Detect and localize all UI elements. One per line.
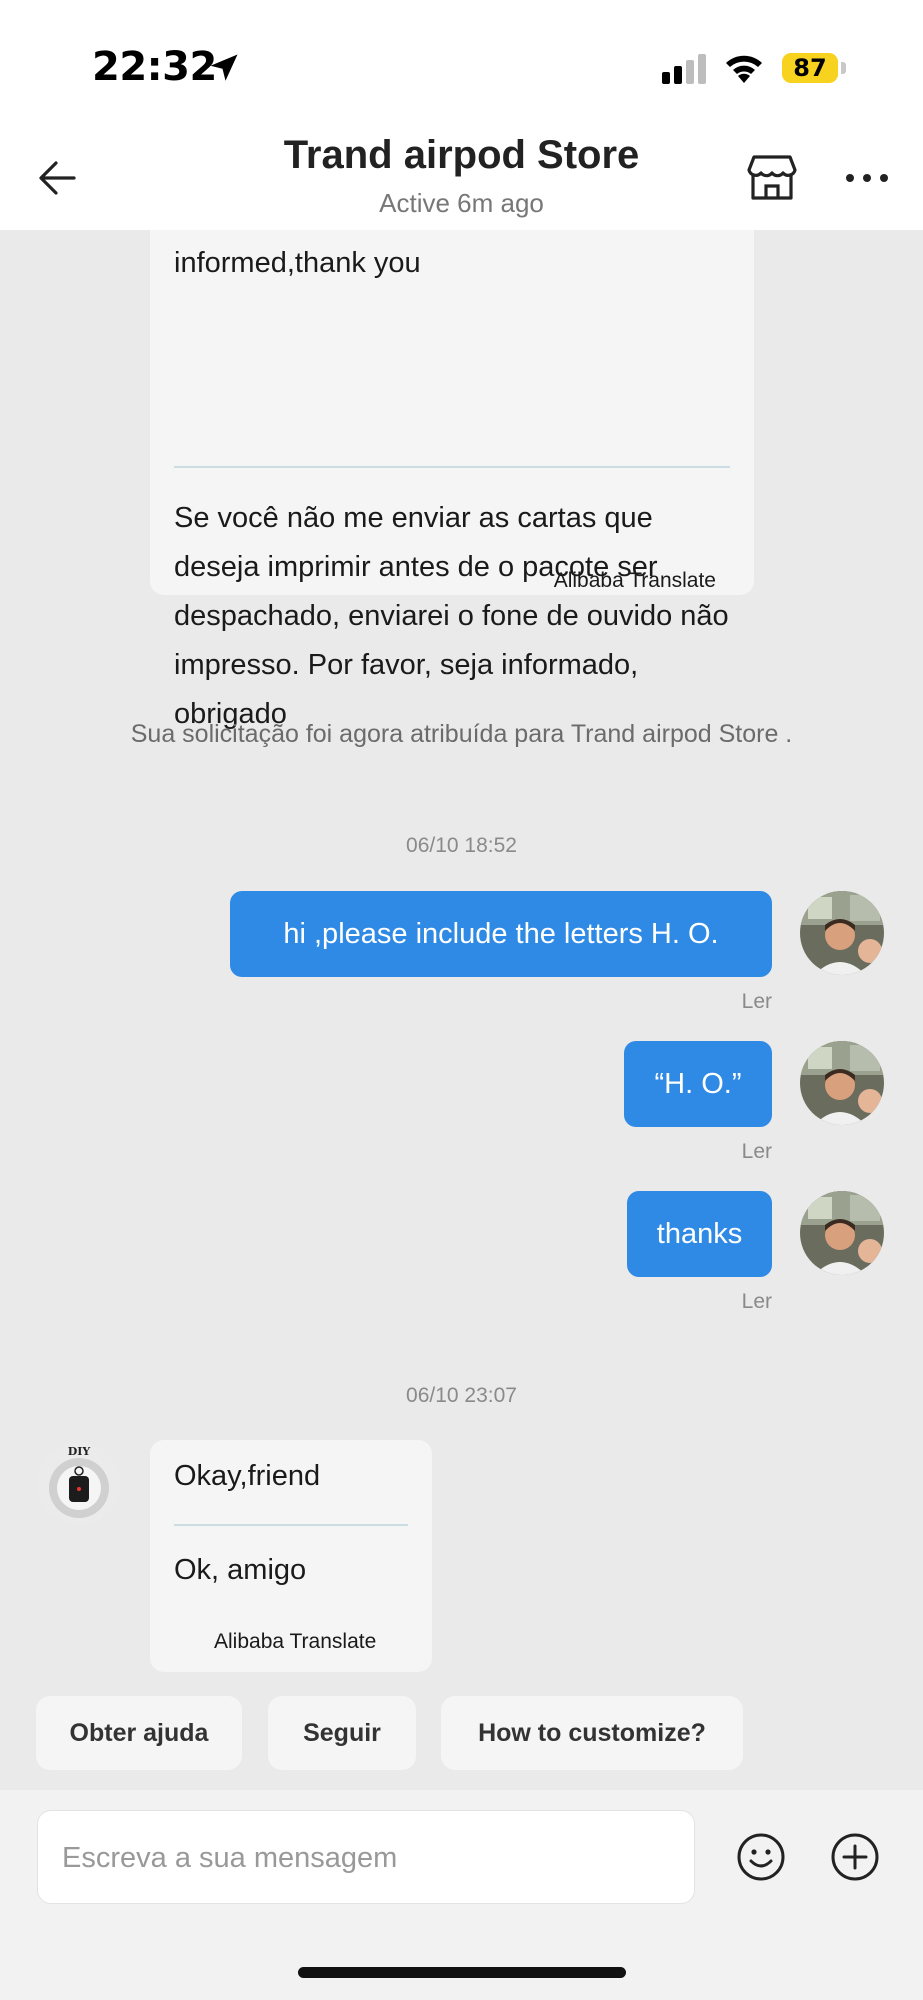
avatar-label: DIY — [68, 1445, 91, 1458]
store-avatar[interactable]: DIY — [37, 1442, 121, 1526]
translation-divider — [174, 466, 730, 468]
incoming-message-card: unprinted earphone case.Please be inform… — [150, 230, 754, 730]
location-arrow-icon — [210, 54, 238, 81]
user-avatar[interactable] — [800, 891, 884, 975]
incoming-message-card: Okay,friend Ok, amigo Alibaba Translate — [150, 1440, 432, 1672]
avatar-photo-icon — [800, 1191, 884, 1275]
read-status: Ler — [741, 1140, 772, 1163]
read-status: Ler — [741, 1290, 772, 1313]
status-bar: 22:32 87 — [0, 0, 923, 125]
translation-attribution: Alibaba Translate — [214, 1630, 377, 1653]
diy-logo-icon: DIY — [37, 1442, 121, 1526]
timestamp: 06/10 18:52 — [406, 834, 517, 857]
emoji-icon[interactable] — [736, 1832, 786, 1882]
original-message-text: Okay,friend — [174, 1460, 321, 1492]
cellular-signal-icon — [662, 54, 706, 84]
battery-tip — [841, 62, 846, 74]
user-avatar[interactable] — [800, 1041, 884, 1125]
read-status: Ler — [741, 990, 772, 1013]
outgoing-message-bubble[interactable]: hi ,please include the letters H. O. — [230, 891, 772, 977]
wifi-icon — [726, 55, 762, 83]
store-icon[interactable] — [746, 153, 798, 203]
home-indicator — [298, 1967, 626, 1978]
avatar-photo-icon — [800, 1041, 884, 1125]
translation-attribution: Alibaba Translate — [553, 569, 716, 592]
message-input[interactable]: Escreva a sua mensagem — [37, 1810, 695, 1904]
battery-indicator: 87 — [782, 53, 838, 83]
chat-header: Trand airpod Store Active 6m ago — [0, 125, 923, 230]
outgoing-message-bubble[interactable]: thanks — [627, 1191, 772, 1277]
system-message: Sua solicitação foi agora atribuída para… — [130, 720, 793, 748]
outgoing-message-bubble[interactable]: “H. O.” — [624, 1041, 772, 1127]
add-attachment-icon[interactable] — [830, 1832, 880, 1882]
translation-divider — [174, 1524, 408, 1526]
more-options-icon[interactable] — [844, 171, 890, 185]
translated-message-text: Ok, amigo — [174, 1554, 307, 1586]
message-list[interactable]: unprinted earphone case.Please be inform… — [0, 230, 923, 1790]
status-time: 22:32 — [92, 44, 217, 90]
quick-reply-get-help[interactable]: Obter ajuda — [36, 1696, 242, 1770]
avatar-photo-icon — [800, 891, 884, 975]
timestamp: 06/10 23:07 — [406, 1384, 517, 1407]
translated-message-text: Se você não me enviar as cartas que dese… — [174, 502, 729, 730]
quick-reply-follow[interactable]: Seguir — [268, 1696, 416, 1770]
quick-reply-how-to-customize[interactable]: How to customize? — [441, 1696, 743, 1770]
original-message-text: unprinted earphone case.Please be inform… — [174, 247, 421, 279]
user-avatar[interactable] — [800, 1191, 884, 1275]
